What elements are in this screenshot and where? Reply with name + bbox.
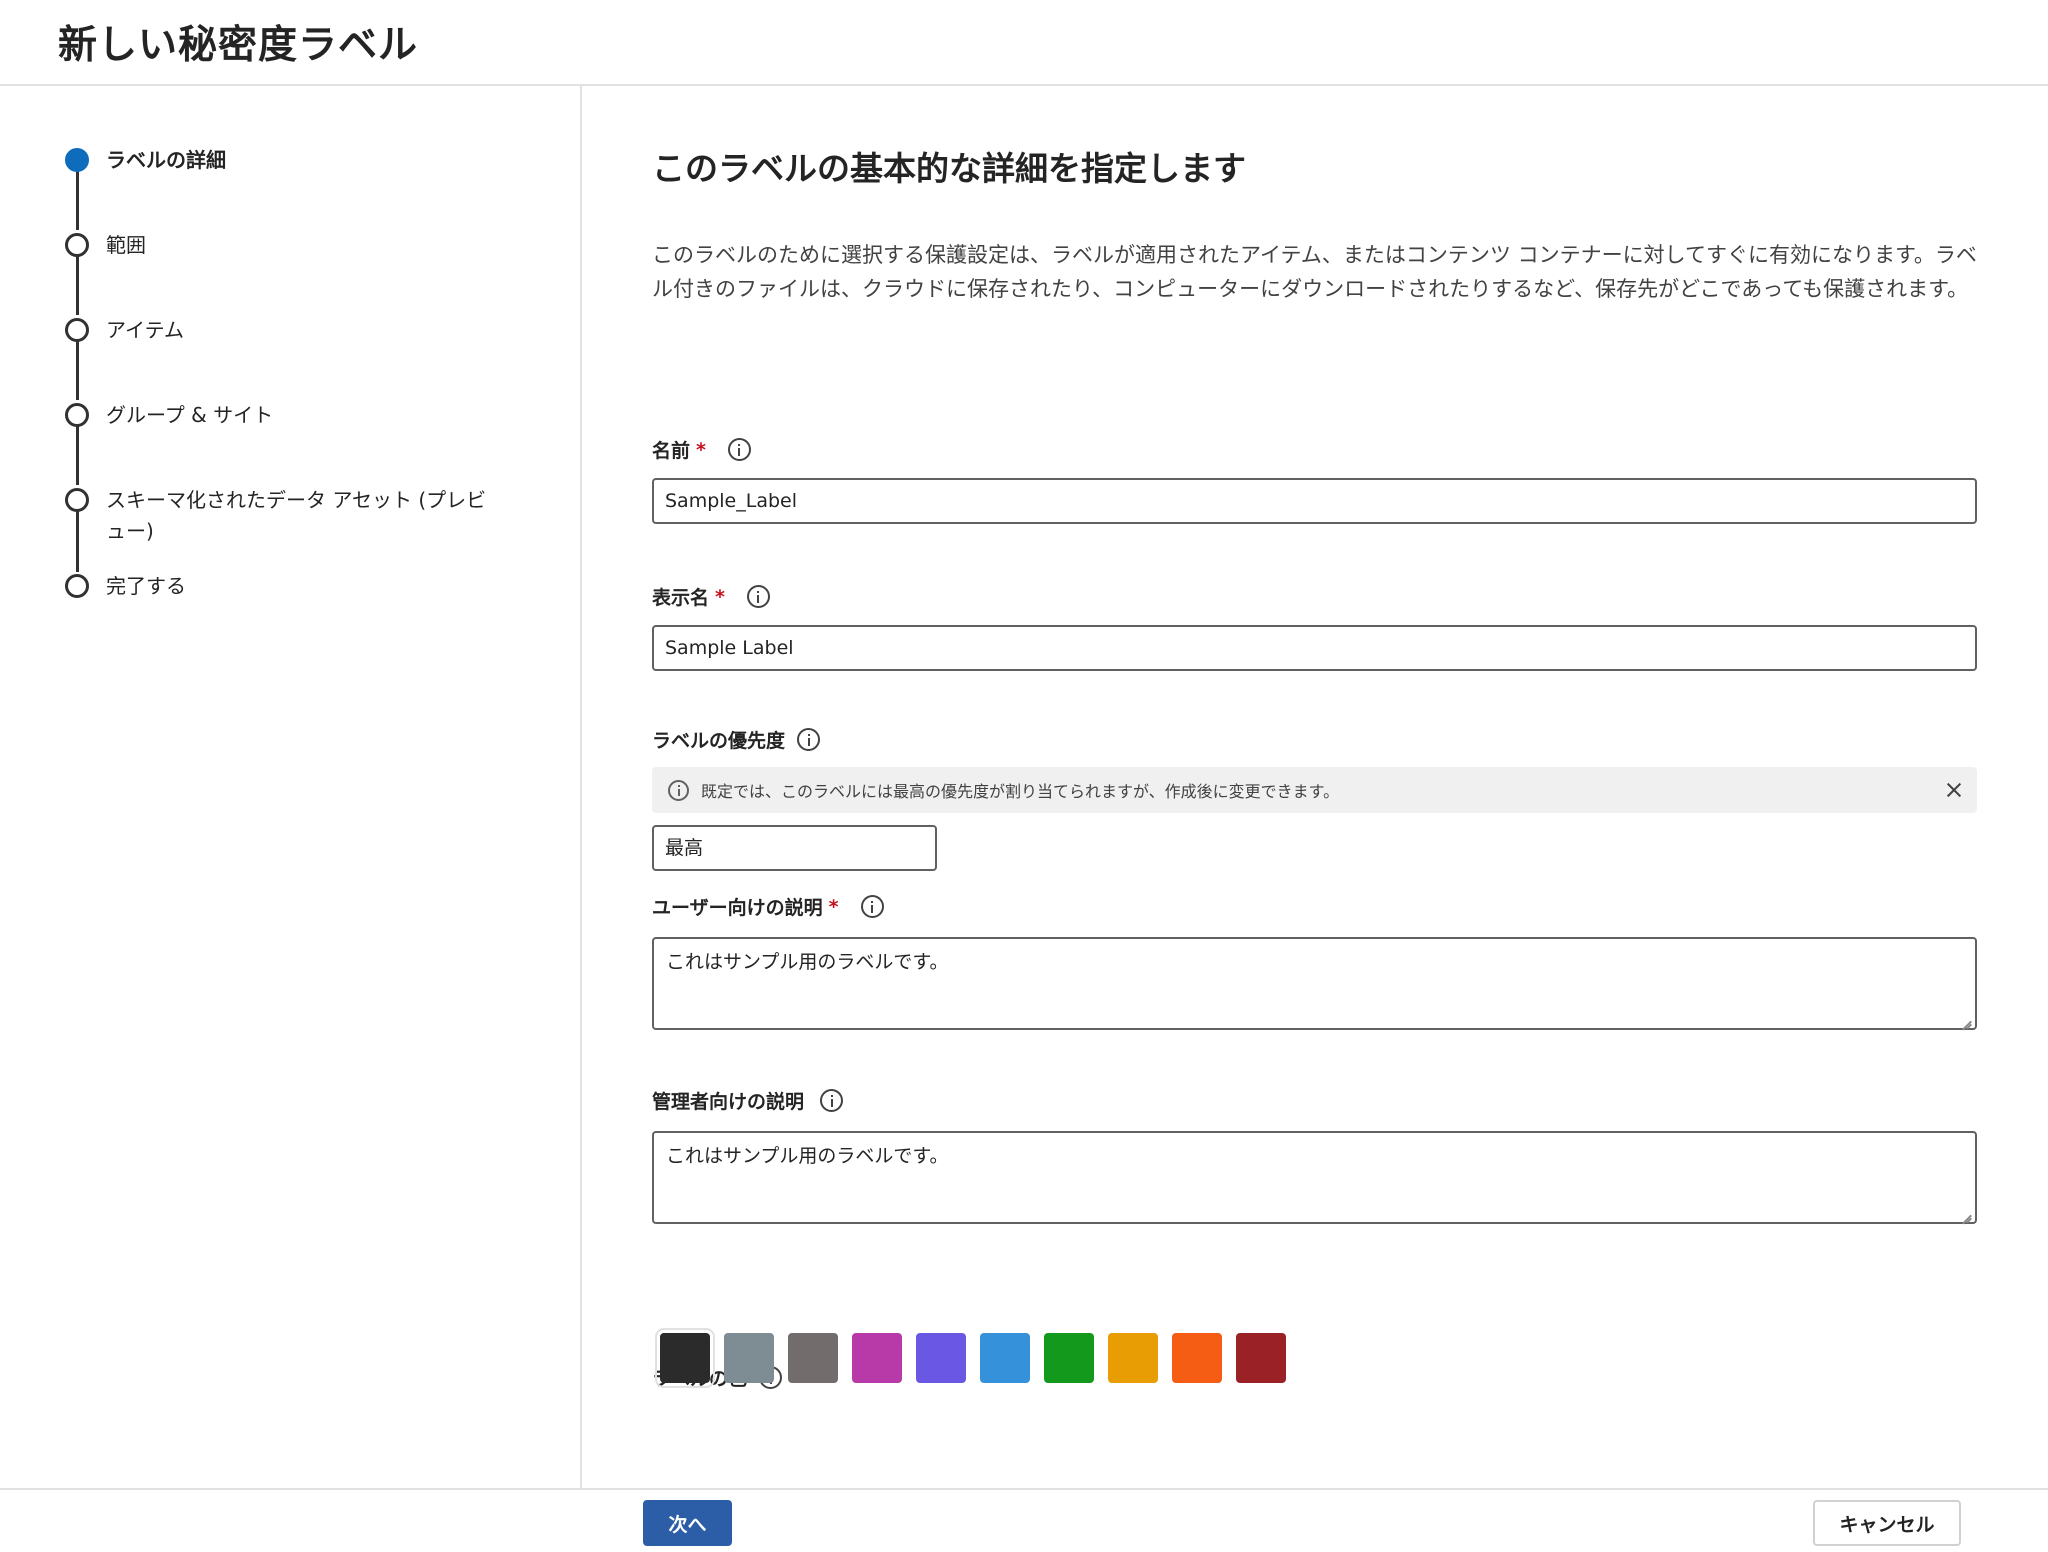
display-name-input[interactable]: Sample Label [652, 625, 1977, 671]
color-swatch-blue[interactable] [980, 1333, 1030, 1383]
admin-description-label-text: 管理者向けの説明 [652, 1091, 805, 1113]
user-description-value: これはサンプル用のラベルです。 [666, 951, 949, 973]
intro-text: このラベルのために選択する保護設定は、ラベルが適用されたアイテム、またはコンテン… [652, 243, 1977, 301]
resize-grip[interactable] [1961, 1014, 1973, 1026]
step-connector [76, 510, 79, 572]
step-label-scope[interactable]: 範囲 [106, 230, 506, 261]
wizard-steps: ラベルの詳細 範囲 アイテム グループ & サイト スキーマ化されたデータ アセ… [0, 86, 582, 1488]
priority-info-message: 既定では、このラベルには最高の優先度が割り当てられますが、作成後に変更できます。 [701, 782, 1340, 801]
footer: 次へ キャンセル [0, 1488, 2048, 1552]
color-swatch-red[interactable] [1236, 1333, 1286, 1383]
step-label-schematized-assets[interactable]: スキーマ化されたデータ アセット (プレビュー) [106, 485, 506, 547]
step-indicator [65, 318, 89, 342]
priority-label: ラベルの優先度 [652, 726, 821, 753]
admin-description-value: これはサンプル用のラベルです。 [666, 1145, 949, 1167]
step-connector [76, 170, 79, 230]
next-button[interactable]: 次へ [643, 1500, 732, 1546]
user-description-textarea[interactable]: これはサンプル用のラベルです。 [652, 937, 1977, 1030]
resize-grip[interactable] [1961, 1208, 1973, 1220]
color-swatch-gray[interactable] [788, 1333, 838, 1383]
required-marker: * [715, 585, 725, 608]
color-swatch-black[interactable] [655, 1328, 715, 1388]
name-input[interactable]: Sample_Label [652, 478, 1977, 524]
step-indicator [65, 574, 89, 598]
close-icon[interactable] [1943, 779, 1965, 801]
page-title: 新しい秘密度ラベル [58, 23, 419, 68]
info-icon[interactable] [797, 728, 821, 751]
step-label-groups-sites[interactable]: グループ & サイト [106, 400, 506, 431]
display-name-label: 表示名 * [652, 583, 770, 610]
info-icon[interactable] [860, 895, 884, 918]
step-connector [76, 425, 79, 485]
name-label: 名前 * [652, 436, 751, 463]
admin-description-textarea[interactable]: これはサンプル用のラベルです。 [652, 1131, 1977, 1224]
user-description-label-text: ユーザー向けの説明 [652, 897, 823, 919]
color-swatch-amber[interactable] [1108, 1333, 1158, 1383]
header: 新しい秘密度ラベル [0, 0, 2048, 86]
section-title: このラベルの基本的な詳細を指定します [652, 149, 1246, 188]
cancel-button[interactable]: キャンセル [1813, 1500, 1961, 1546]
priority-info-bar: 既定では、このラベルには最高の優先度が割り当てられますが、作成後に変更できます。 [652, 767, 1977, 813]
admin-description-label: 管理者向けの説明 [652, 1087, 844, 1114]
step-indicator [65, 488, 89, 512]
step-indicator [65, 233, 89, 257]
color-swatch-orange[interactable] [1172, 1333, 1222, 1383]
name-label-text: 名前 [652, 440, 691, 462]
color-swatches [655, 1328, 1286, 1388]
step-connector [76, 340, 79, 400]
color-swatch-magenta[interactable] [852, 1333, 902, 1383]
step-label-finish[interactable]: 完了する [106, 571, 506, 602]
step-indicator [65, 403, 89, 427]
required-marker: * [828, 895, 839, 918]
info-icon[interactable] [820, 1089, 844, 1112]
step-connector [76, 255, 79, 315]
display-name-label-text: 表示名 [652, 587, 710, 609]
required-marker: * [696, 438, 706, 461]
user-description-label: ユーザー向けの説明 * [652, 893, 884, 920]
color-swatch-slate[interactable] [724, 1333, 774, 1383]
step-label-details[interactable]: ラベルの詳細 [106, 145, 506, 176]
info-icon [668, 779, 689, 801]
color-swatch-green[interactable] [1044, 1333, 1094, 1383]
step-indicator-current [65, 148, 89, 172]
color-swatch-purple[interactable] [916, 1333, 966, 1383]
priority-label-text: ラベルの優先度 [652, 730, 786, 752]
priority-input[interactable]: 最高 [652, 825, 937, 871]
info-icon[interactable] [727, 438, 751, 461]
info-icon[interactable] [746, 585, 770, 608]
step-label-items[interactable]: アイテム [106, 315, 506, 346]
